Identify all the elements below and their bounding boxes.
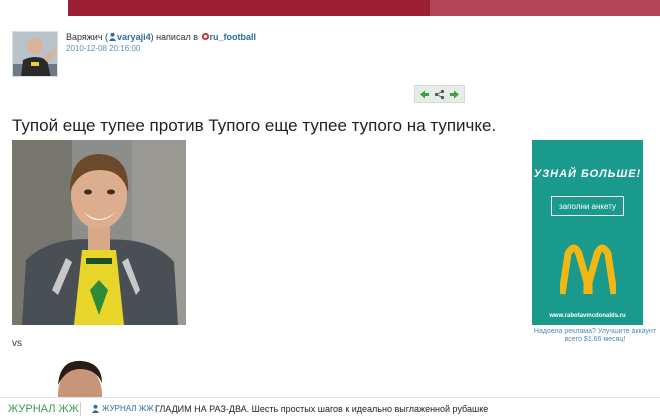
author-username-link[interactable]: varyaji4 (117, 32, 151, 42)
referee-avatar-image (13, 32, 57, 76)
post-date: 2010-12-08 20:16:00 (66, 44, 141, 53)
top-banner-middle (68, 0, 430, 16)
share-button[interactable] (433, 88, 446, 101)
ad-fill-form-button[interactable]: заполни анкету (551, 196, 624, 216)
golden-arches-logo (560, 244, 616, 295)
user-icon (108, 32, 117, 41)
community-link[interactable]: ru_football (210, 32, 257, 42)
post-navigation (414, 85, 465, 103)
top-banner-strip (0, 0, 660, 16)
footer-user-label: ЖУРНАЛ ЖЖ (102, 404, 154, 413)
next-post-button[interactable] (448, 88, 461, 101)
versus-label: vs (12, 338, 22, 349)
top-banner-right (430, 0, 660, 16)
grinning-player-photo (12, 140, 186, 325)
user-icon (91, 404, 100, 413)
author-avatar[interactable] (12, 31, 58, 77)
community-icon (201, 32, 209, 41)
footer-user-link[interactable]: ЖУРНАЛ ЖЖ (91, 404, 155, 413)
second-player-photo (40, 355, 140, 397)
footer-divider (80, 401, 81, 416)
post-image-1 (12, 140, 186, 325)
share-icon (434, 89, 445, 99)
arrow-left-icon (420, 90, 429, 98)
mcdonalds-ad[interactable]: УЗНАЙ БОЛЬШЕ! заполни анкету www.rabotav… (532, 140, 643, 325)
arrow-right-icon (450, 90, 459, 98)
footer-bar: ЖУРНАЛ ЖЖ ЖУРНАЛ ЖЖ ГЛАДИМ НА РАЗ-ДВА. Ш… (0, 397, 660, 419)
remove-ads-link[interactable]: Надоела реклама? Улучшите аккаунт всего … (530, 328, 660, 344)
post-meta: Варяжич (varyaji4) написал в ru_football… (66, 32, 257, 53)
ad-site-url: www.rabotavmcdonalds.ru (549, 313, 626, 319)
ad-headline: УЗНАЙ БОЛЬШЕ! (533, 168, 642, 180)
wrote-in-label: написал в (156, 32, 198, 42)
top-banner-left (0, 0, 68, 16)
footer-headline-link[interactable]: ГЛАДИМ НА РАЗ-ДВА. Шесть простых шагов к… (155, 404, 488, 414)
post-title: Тупой еще тупее против Тупого еще тупее … (12, 116, 497, 135)
author-name: Варяжич (66, 32, 103, 42)
footer-brand-link[interactable]: ЖУРНАЛ ЖЖ (0, 403, 80, 415)
post-image-2 (40, 355, 140, 397)
previous-post-button[interactable] (418, 88, 431, 101)
